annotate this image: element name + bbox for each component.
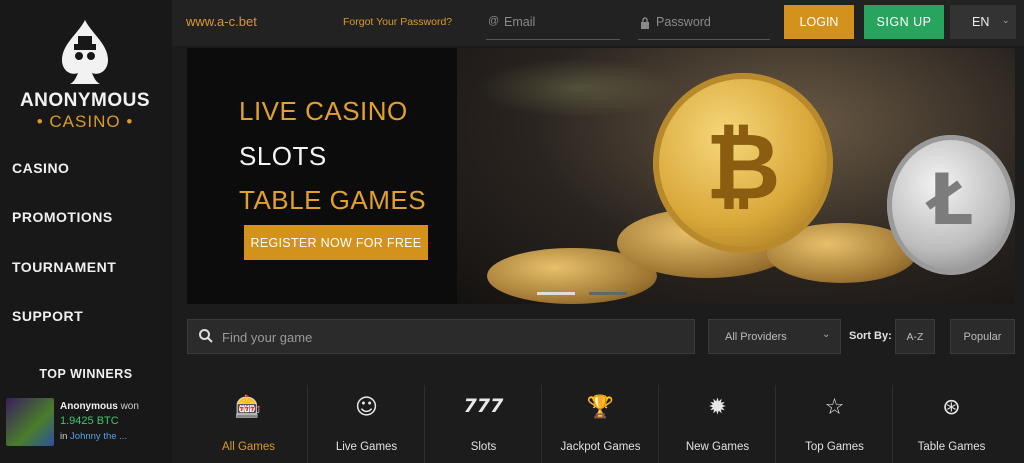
- new-badge-icon: ✹: [708, 395, 727, 420]
- password-field: [638, 8, 770, 40]
- banner-line-slots: SLOTS: [239, 141, 327, 171]
- top-winners-title: TOP WINNERS: [39, 367, 133, 381]
- chevron-down-icon: ⌄: [1002, 15, 1010, 25]
- triple-seven-icon: 777: [463, 395, 504, 417]
- tab-label: Slots: [470, 441, 497, 453]
- search-icon: [199, 329, 213, 343]
- banner-line-table-games: TABLE GAMES: [239, 185, 427, 215]
- winner-game-line: in Johnny the ...: [60, 431, 127, 442]
- promo-banner[interactable]: ₿ Ł LIVE CASINO SLOTS TABLE GAMES REGIST…: [187, 48, 1015, 304]
- slot-machine-icon: 🎰: [234, 395, 263, 420]
- tab-top-games[interactable]: ☆ Top Games: [775, 385, 892, 463]
- sidebar-item-promotions[interactable]: PROMOTIONS: [12, 209, 113, 225]
- carousel-dot-active[interactable]: [537, 292, 575, 295]
- winner-name: Anonymous: [60, 401, 118, 412]
- trophy-icon: 🏆: [586, 395, 615, 420]
- search-input[interactable]: [222, 327, 682, 347]
- carousel-dot[interactable]: [589, 292, 627, 295]
- forgot-password-link[interactable]: Forgot Your Password?: [343, 16, 452, 28]
- password-input[interactable]: [656, 12, 766, 32]
- game-filters: All Providers ⌄ Sort By: A-Z Popular: [187, 319, 1015, 355]
- chevron-down-icon: ⌄: [822, 329, 831, 340]
- spade-logo-icon: [62, 20, 108, 84]
- winner-game-thumbnail[interactable]: [6, 398, 54, 446]
- register-button[interactable]: REGISTER NOW FOR FREE: [244, 225, 428, 260]
- at-icon: @: [488, 15, 500, 27]
- tab-label: Top Games: [805, 441, 864, 453]
- tab-label: Table Games: [917, 441, 986, 453]
- email-field: @: [486, 8, 620, 40]
- bitcoin-coin-icon: ₿: [653, 73, 833, 253]
- category-tabs: 🎰 All Games ☺ Live Games 777 Slots 🏆 Jac…: [190, 385, 1010, 463]
- sort-by-label: Sort By:: [849, 330, 892, 342]
- sort-popular-button[interactable]: Popular: [950, 319, 1015, 354]
- tab-label: Live Games: [335, 441, 398, 453]
- star-icon: ☆: [824, 395, 845, 420]
- winner-line: Anonymous won: [60, 401, 139, 412]
- provider-value: All Providers: [725, 331, 787, 343]
- winner-won-text: won: [120, 401, 139, 412]
- lock-icon: [641, 17, 649, 29]
- winner-in-text: in: [60, 431, 68, 442]
- tab-label: Jackpot Games: [560, 441, 641, 453]
- login-button[interactable]: LOGIN: [784, 5, 854, 39]
- banner-line-live-casino: LIVE CASINO: [239, 96, 408, 126]
- email-input[interactable]: [504, 12, 614, 32]
- brand-sub-text: CASINO: [49, 112, 121, 131]
- tab-label: All Games: [221, 441, 276, 453]
- tab-slots[interactable]: 777 Slots: [424, 385, 541, 463]
- litecoin-coin-icon: Ł: [887, 135, 1015, 275]
- language-value: EN: [972, 15, 990, 29]
- sidebar-item-casino[interactable]: CASINO: [12, 160, 69, 176]
- winner-amount: 1.9425 BTC: [60, 415, 119, 427]
- sidebar: ANONYMOUS • CASINO • CASINO PROMOTIONS T…: [0, 0, 172, 463]
- site-url[interactable]: www.a-c.bet: [186, 14, 257, 29]
- brand-name: ANONYMOUS: [19, 90, 151, 111]
- tab-live-games[interactable]: ☺ Live Games: [307, 385, 424, 463]
- sort-az-button[interactable]: A-Z: [895, 319, 935, 354]
- logo[interactable]: ANONYMOUS • CASINO •: [10, 18, 160, 136]
- tab-table-games[interactable]: ⊛ Table Games: [892, 385, 1009, 463]
- header: www.a-c.bet Forgot Your Password? @ LOGI…: [172, 0, 1024, 46]
- sidebar-item-support[interactable]: SUPPORT: [12, 308, 83, 324]
- language-select[interactable]: EN ⌄: [950, 5, 1016, 39]
- tab-all-games[interactable]: 🎰 All Games: [190, 385, 307, 463]
- banner-glow: [477, 58, 677, 118]
- tab-jackpot-games[interactable]: 🏆 Jackpot Games: [541, 385, 658, 463]
- game-search: [187, 319, 695, 354]
- tab-label: New Games: [685, 441, 750, 453]
- tab-new-games[interactable]: ✹ New Games: [658, 385, 775, 463]
- sidebar-item-tournament[interactable]: TOURNAMENT: [12, 259, 116, 275]
- dealer-icon: ☺: [355, 395, 378, 420]
- roulette-icon: ⊛: [942, 395, 961, 420]
- signup-button[interactable]: SIGN UP: [864, 5, 944, 39]
- winner-game-link[interactable]: Johnny the ...: [70, 431, 127, 442]
- provider-select[interactable]: All Providers ⌄: [708, 319, 841, 354]
- brand-sub: • CASINO •: [36, 112, 134, 131]
